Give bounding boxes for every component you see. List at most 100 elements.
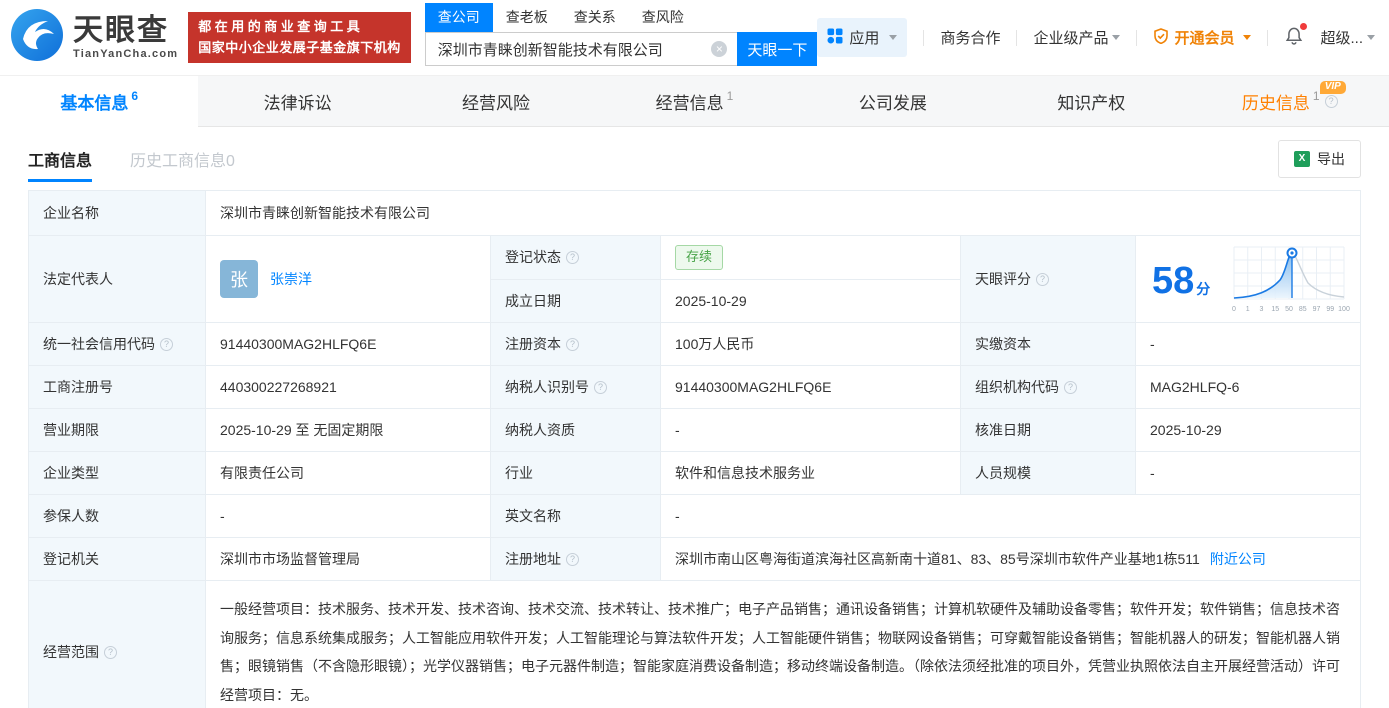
credit-code-value: 91440300MAG2HLFQ6E	[206, 323, 491, 365]
help-icon[interactable]	[594, 381, 607, 394]
help-icon[interactable]	[1036, 273, 1049, 286]
reg-status-label: 登记状态	[505, 247, 561, 267]
reg-authority-label: 登记机关	[29, 538, 206, 580]
search-tab-boss[interactable]: 查老板	[493, 3, 561, 32]
table-row: 企业类型 有限责任公司 行业 软件和信息技术服务业 人员规模 -	[29, 452, 1360, 495]
search-tab-risk[interactable]: 查风险	[629, 3, 697, 32]
open-vip-button[interactable]: 开通会员	[1153, 27, 1251, 48]
svg-text:85: 85	[1299, 306, 1307, 313]
nearby-companies-link[interactable]: 附近公司	[1210, 549, 1266, 569]
divider	[1267, 30, 1268, 46]
header-nav: 应用 商务合作 企业级产品 开通会员	[817, 18, 1375, 57]
promo-line1: 都在用的商业查询工具	[198, 17, 401, 37]
help-icon[interactable]	[1325, 95, 1338, 108]
english-name-value: -	[661, 495, 1360, 537]
tab-operating-risk[interactable]: 经营风险	[397, 76, 595, 126]
tab-history-info[interactable]: 历史信息 1 VIP	[1191, 76, 1389, 126]
reg-address-label-cell: 注册地址	[491, 538, 661, 580]
company-name-value: 深圳市青睐创新智能技术有限公司	[206, 191, 1360, 235]
svg-text:3: 3	[1260, 306, 1264, 313]
taxpayer-quality-label: 纳税人资质	[491, 409, 661, 451]
tab-business-info[interactable]: 经营信息 1	[595, 76, 793, 126]
reg-capital-label-cell: 注册资本	[491, 323, 661, 365]
svg-text:1: 1	[1246, 306, 1250, 313]
business-term-label: 营业期限	[29, 409, 206, 451]
business-term-value: 2025-10-29 至 无固定期限	[206, 409, 491, 451]
divider	[923, 30, 924, 46]
credit-code-label-cell: 统一社会信用代码	[29, 323, 206, 365]
insured-count-label: 参保人数	[29, 495, 206, 537]
reg-capital-label: 注册资本	[505, 334, 561, 354]
approval-date-label: 核准日期	[961, 409, 1136, 451]
search-tab-relation[interactable]: 查关系	[561, 3, 629, 32]
legal-rep-link[interactable]: 张崇洋	[270, 269, 312, 289]
staff-size-value: -	[1136, 452, 1360, 494]
divider	[1136, 30, 1137, 46]
export-button[interactable]: 导出	[1278, 140, 1361, 178]
tab-legal-proceedings[interactable]: 法律诉讼	[198, 76, 396, 126]
excel-icon	[1294, 151, 1310, 167]
score-number: 58	[1152, 262, 1194, 300]
chevron-down-icon	[1367, 35, 1375, 40]
tab-count: 6	[131, 89, 138, 103]
reg-capital-value: 100万人民币	[661, 323, 961, 365]
search-input[interactable]	[425, 32, 738, 66]
taxpayer-quality-value: -	[661, 409, 961, 451]
score-cell: 58 分	[1136, 236, 1360, 322]
tab-label: 经营风险	[462, 89, 530, 114]
search-tab-company[interactable]: 查公司	[425, 3, 493, 32]
org-code-value: MAG2HLFQ-6	[1136, 366, 1360, 408]
table-row: 法定代表人 张 张崇洋 登记状态 存续 成立日期	[29, 236, 1360, 323]
nav-super-vip[interactable]: 超级...	[1320, 27, 1375, 48]
tab-company-development[interactable]: 公司发展	[794, 76, 992, 126]
table-row: 经营范围 一般经营项目：技术服务、技术开发、技术咨询、技术交流、技术转让、技术推…	[29, 581, 1360, 708]
search-tabs: 查公司 查老板 查关系 查风险	[425, 3, 818, 32]
nav-enterprise-products[interactable]: 企业级产品	[1033, 27, 1120, 48]
help-icon[interactable]	[566, 553, 579, 566]
reg-authority-value: 深圳市市场监督管理局	[206, 538, 491, 580]
subtab-business-registration[interactable]: 工商信息	[28, 147, 92, 171]
promo-line2: 国家中小企业发展子基金旗下机构	[198, 38, 401, 58]
status-date-column: 登记状态 存续 成立日期 2025-10-29	[491, 236, 961, 322]
score-label: 天眼评分	[975, 269, 1031, 289]
promo-banner: 都在用的商业查询工具 国家中小企业发展子基金旗下机构	[188, 12, 411, 62]
notifications-button[interactable]	[1284, 26, 1304, 50]
logo-title: 天眼查	[73, 16, 178, 46]
paid-capital-label: 实缴资本	[961, 323, 1136, 365]
search-button[interactable]: 天眼一下	[737, 32, 817, 66]
subtab-history-registration[interactable]: 历史工商信息0	[130, 147, 235, 171]
business-scope-value: 一般经营项目：技术服务、技术开发、技术咨询、技术交流、技术转让、技术推广；电子产…	[220, 586, 1346, 708]
score-distribution-chart: 0 1 3 15 50 85 97 99 100	[1226, 241, 1350, 322]
company-name-label: 企业名称	[29, 191, 206, 235]
tab-count: 1	[1313, 89, 1320, 103]
org-code-label-cell: 组织机构代码	[961, 366, 1136, 408]
help-icon[interactable]	[160, 338, 173, 351]
industry-label: 行业	[491, 452, 661, 494]
tab-count: 1	[727, 89, 734, 103]
credit-code-label: 统一社会信用代码	[43, 334, 155, 354]
svg-text:50: 50	[1285, 306, 1293, 313]
basic-info-card: 工商信息 历史工商信息0 导出 企业名称 深圳市青睐创新智能技术有限公司 法定代…	[0, 127, 1389, 708]
tab-label: 基本信息	[60, 89, 128, 114]
svg-text:0: 0	[1232, 306, 1236, 313]
table-subrow: 成立日期 2025-10-29	[491, 280, 960, 323]
tab-intellectual-property[interactable]: 知识产权	[992, 76, 1190, 126]
apps-menu[interactable]: 应用	[817, 18, 907, 57]
reg-address-label: 注册地址	[505, 549, 561, 569]
nav-business-coop[interactable]: 商务合作	[940, 27, 1000, 48]
legal-rep-label: 法定代表人	[29, 236, 206, 322]
help-icon[interactable]	[566, 338, 579, 351]
taxpayer-id-label: 纳税人识别号	[505, 377, 589, 397]
reg-number-label: 工商注册号	[29, 366, 206, 408]
avatar: 张	[220, 260, 258, 298]
help-icon[interactable]	[1064, 381, 1077, 394]
establish-date-value: 2025-10-29	[661, 280, 960, 323]
score-value: 58 分	[1152, 262, 1210, 300]
logo-eye-icon	[10, 8, 64, 67]
taxpayer-id-label-cell: 纳税人识别号	[491, 366, 661, 408]
industry-value: 软件和信息技术服务业	[661, 452, 961, 494]
tianyancha-logo[interactable]: 天眼查 TianYanCha.com	[10, 8, 178, 67]
help-icon[interactable]	[104, 646, 117, 659]
help-icon[interactable]	[566, 251, 579, 264]
tab-basic-info[interactable]: 基本信息 6	[0, 76, 198, 127]
